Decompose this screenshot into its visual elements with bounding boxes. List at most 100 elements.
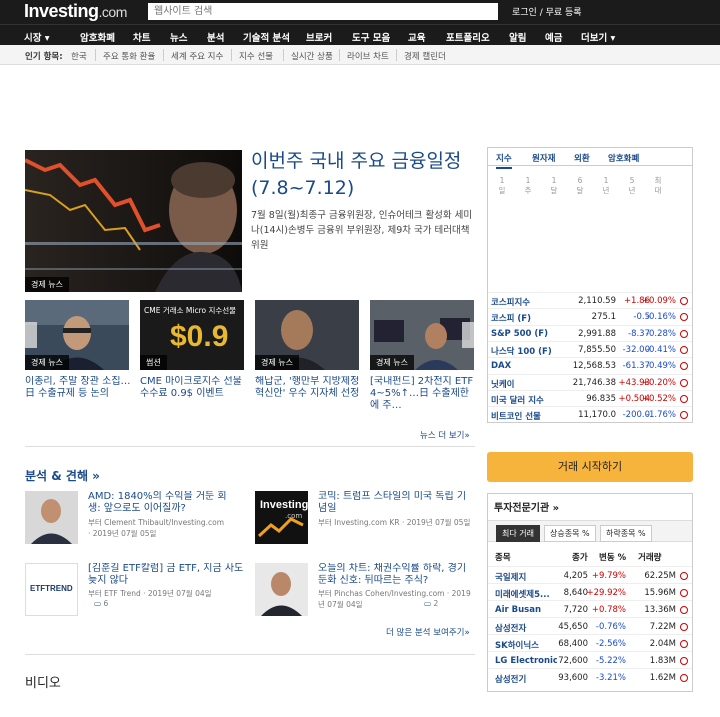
popular-live-charts[interactable]: 라이브 차트 <box>347 50 389 62</box>
stock-price: 4,205 <box>563 571 588 581</box>
analysis-title-1[interactable]: AMD: 1840%의 수익을 거둔 회생: 앞으로도 이어질까? <box>88 491 228 517</box>
stock-name[interactable]: LG Electronics <box>495 656 557 666</box>
index-row[interactable]: S&P 500 (F) 2,991.88 -8.37 -0.28% <box>488 324 692 341</box>
tab-indices[interactable]: 지수 <box>496 152 512 169</box>
timeframe-1m[interactable]: 1 달 <box>550 176 558 196</box>
stock-row[interactable]: 미래에셋제5... 8,640 +29.92% 15.96M <box>488 583 692 600</box>
index-name[interactable]: S&P 500 (F) <box>491 329 548 339</box>
popular-economic-calendar[interactable]: 경제 캘린더 <box>404 50 446 62</box>
tab-gainers[interactable]: 상승종목 % <box>544 525 596 542</box>
stock-name[interactable]: Air Busan <box>495 605 557 615</box>
stock-name[interactable]: 미래에셋제5... <box>495 588 557 600</box>
tab-crypto[interactable]: 암호화폐 <box>608 152 639 164</box>
nav-crypto[interactable]: 암호화폐 <box>80 30 115 44</box>
news-thumb-title[interactable]: CME 마이크로지수 선물 수수료 0.9$ 이벤트 <box>140 376 248 412</box>
analysis-thumb-1[interactable] <box>25 491 78 544</box>
stock-row[interactable]: SK하이닉스 68,400 -2.56% 2.04M <box>488 634 692 651</box>
tab-losers[interactable]: 하락종목 % <box>600 525 652 542</box>
nav-technical[interactable]: 기술적 분석 <box>243 30 290 44</box>
stock-row[interactable]: 국일제지 4,205 +9.79% 62.25M <box>488 566 692 583</box>
index-name[interactable]: 닛케이 <box>491 378 514 390</box>
hero-image[interactable]: 경제 뉴스 <box>25 150 242 292</box>
index-name[interactable]: 나스닥 100 (F) <box>491 345 552 357</box>
tab-commodities[interactable]: 원자재 <box>532 152 555 164</box>
popular-index-futures[interactable]: 지수 선물 <box>239 50 273 62</box>
nav-brokers[interactable]: 브로커 <box>306 30 332 44</box>
index-row[interactable]: 미국 달러 지수 96.835 +0.504 +0.52% <box>488 389 692 406</box>
analysis-title-4[interactable]: 오늘의 차트: 채권수익률 하락, 경기 둔화 신호: 뒤따르는 주식? <box>318 563 474 589</box>
news-thumb-1[interactable]: 경제 뉴스 <box>25 300 129 370</box>
carousel-next-button[interactable] <box>462 322 474 348</box>
stock-name[interactable]: 삼성전기 <box>495 673 557 685</box>
stock-name[interactable]: 삼성전자 <box>495 622 557 634</box>
stock-row[interactable]: 삼성전자 45,650 -0.76% 7.22M <box>488 617 692 634</box>
investors-title[interactable]: 투자전문기관 » <box>494 499 559 514</box>
login-link[interactable]: 로그인 / 무료 등록 <box>512 5 582 18</box>
news-thumb-tag: 경제 뉴스 <box>25 355 69 370</box>
nav-markets[interactable]: 시장 ▾ <box>24 30 50 44</box>
stock-row[interactable]: Air Busan 7,720 +0.78% 13.36M <box>488 600 692 617</box>
news-thumb-title[interactable]: 해납군, '행만부 지방제정 혁신안' 우수 지자체 선정 <box>255 376 363 412</box>
news-more-link[interactable]: 뉴스 더 보기» <box>420 429 470 441</box>
nav-analysis[interactable]: 분석 <box>207 30 224 44</box>
clock-icon <box>680 640 688 648</box>
tab-most-active[interactable]: 최다 거래 <box>496 525 540 542</box>
timeframe-1y[interactable]: 1 년 <box>602 176 610 196</box>
timeframe-1d[interactable]: 1 일 <box>498 176 506 196</box>
analysis-heading[interactable]: 분석 & 견해 » <box>25 467 100 484</box>
analysis-thumb-3[interactable]: ETFTREND <box>25 563 78 616</box>
nav-portfolio[interactable]: 포트폴리오 <box>446 30 490 44</box>
popular-korea[interactable]: 한국 <box>71 50 87 62</box>
index-change-pct: +0.09% <box>641 296 676 306</box>
news-thumb-3[interactable]: 경제 뉴스 <box>255 300 359 370</box>
main-nav: 시장 ▾ 암호화폐 차트 뉴스 분석 기술적 분석 브로커 도구 모음 교육 포… <box>0 24 720 45</box>
nav-deposits[interactable]: 예금 <box>545 30 562 44</box>
index-name[interactable]: 비트코인 선물 <box>491 410 541 422</box>
search-input[interactable] <box>148 3 498 20</box>
index-name[interactable]: 코스피 (F) <box>491 312 531 324</box>
timeframe-5y[interactable]: 5 년 <box>628 176 636 196</box>
stock-name[interactable]: 국일제지 <box>495 571 557 583</box>
analysis-title-3[interactable]: [김훈길 ETF칼럼] 금 ETF, 지금 사도 늦지 않다 <box>88 563 244 589</box>
index-row[interactable]: 코스피 (F) 275.1 -0.5 -0.16% <box>488 308 692 324</box>
news-thumb-2[interactable]: CME 거래소 Micro 지수선물 $0.9 썹션 <box>140 300 244 370</box>
tab-forex[interactable]: 외환 <box>574 152 590 164</box>
index-name[interactable]: 코스피지수 <box>491 296 530 308</box>
news-thumb-title[interactable]: [국내펀드] 2차전지 ETF 4~5%↑…日 수출제한에 주… <box>370 376 478 412</box>
nav-tools[interactable]: 도구 모음 <box>352 30 390 44</box>
popular-commodities[interactable]: 실시간 상품 <box>291 50 333 62</box>
nav-news[interactable]: 뉴스 <box>170 30 187 44</box>
investing-logo[interactable]: Investing.com <box>24 1 127 22</box>
nav-more[interactable]: 더보기 ▾ <box>581 30 615 44</box>
col-volume: 거래량 <box>638 553 662 563</box>
analysis-thumb-2[interactable]: Investing .com <box>255 491 308 544</box>
hero-title[interactable]: 이번주 국내 주요 금융일정(7.8~7.12) <box>251 148 477 202</box>
popular-currencies[interactable]: 주요 통화 환율 <box>103 50 155 62</box>
analysis-comments-3[interactable]: ▭ 6 <box>94 598 108 609</box>
stock-row[interactable]: LG Electronics 72,600 -5.22% 1.83M <box>488 651 692 668</box>
index-row[interactable]: 닛케이 21,746.38 +43.93 +0.20% <box>488 373 692 390</box>
index-row[interactable]: 비트코인 선물 11,170.0 -200.0 -1.76% <box>488 406 692 422</box>
analysis-comments-4[interactable]: ▭ 2 <box>424 598 438 609</box>
index-row[interactable]: 코스피지수 2,110.59 +1.86 +0.09% <box>488 292 692 308</box>
timeframe-1w[interactable]: 1 주 <box>524 176 532 196</box>
nav-alerts[interactable]: 알림 <box>509 30 526 44</box>
analysis-title-2[interactable]: 코믹: 트럼프 스타일의 미국 독립 기념일 <box>318 491 474 517</box>
popular-world-indices[interactable]: 세계 주요 지수 <box>171 50 223 62</box>
news-thumb-title[interactable]: 이총리, 주말 장관 소집…日 수출규제 등 논의 <box>25 376 133 412</box>
start-trading-button[interactable]: 거래 시작하기 <box>487 452 693 482</box>
analysis-thumb-4[interactable] <box>255 563 308 616</box>
stock-name[interactable]: SK하이닉스 <box>495 639 557 651</box>
index-name[interactable]: DAX <box>491 361 511 371</box>
nav-education[interactable]: 교육 <box>408 30 425 44</box>
carousel-prev-button[interactable] <box>25 322 37 348</box>
timeframe-max[interactable]: 최 대 <box>654 176 662 196</box>
timeframe-6m[interactable]: 6 달 <box>576 176 584 196</box>
index-name[interactable]: 미국 달러 지수 <box>491 394 544 406</box>
index-row[interactable]: 나스닥 100 (F) 7,855.50 -32.00 -0.41% <box>488 340 692 357</box>
index-row[interactable]: DAX 12,568.53 -61.37 -0.49% <box>488 357 692 373</box>
nav-charts[interactable]: 차트 <box>133 30 150 44</box>
news-thumb-4[interactable]: 경제 뉴스 <box>370 300 474 370</box>
analysis-more-link[interactable]: 더 많은 분석 보여주기» <box>386 626 470 638</box>
stock-row[interactable]: 삼성전기 93,600 -3.21% 1.62M <box>488 668 692 685</box>
